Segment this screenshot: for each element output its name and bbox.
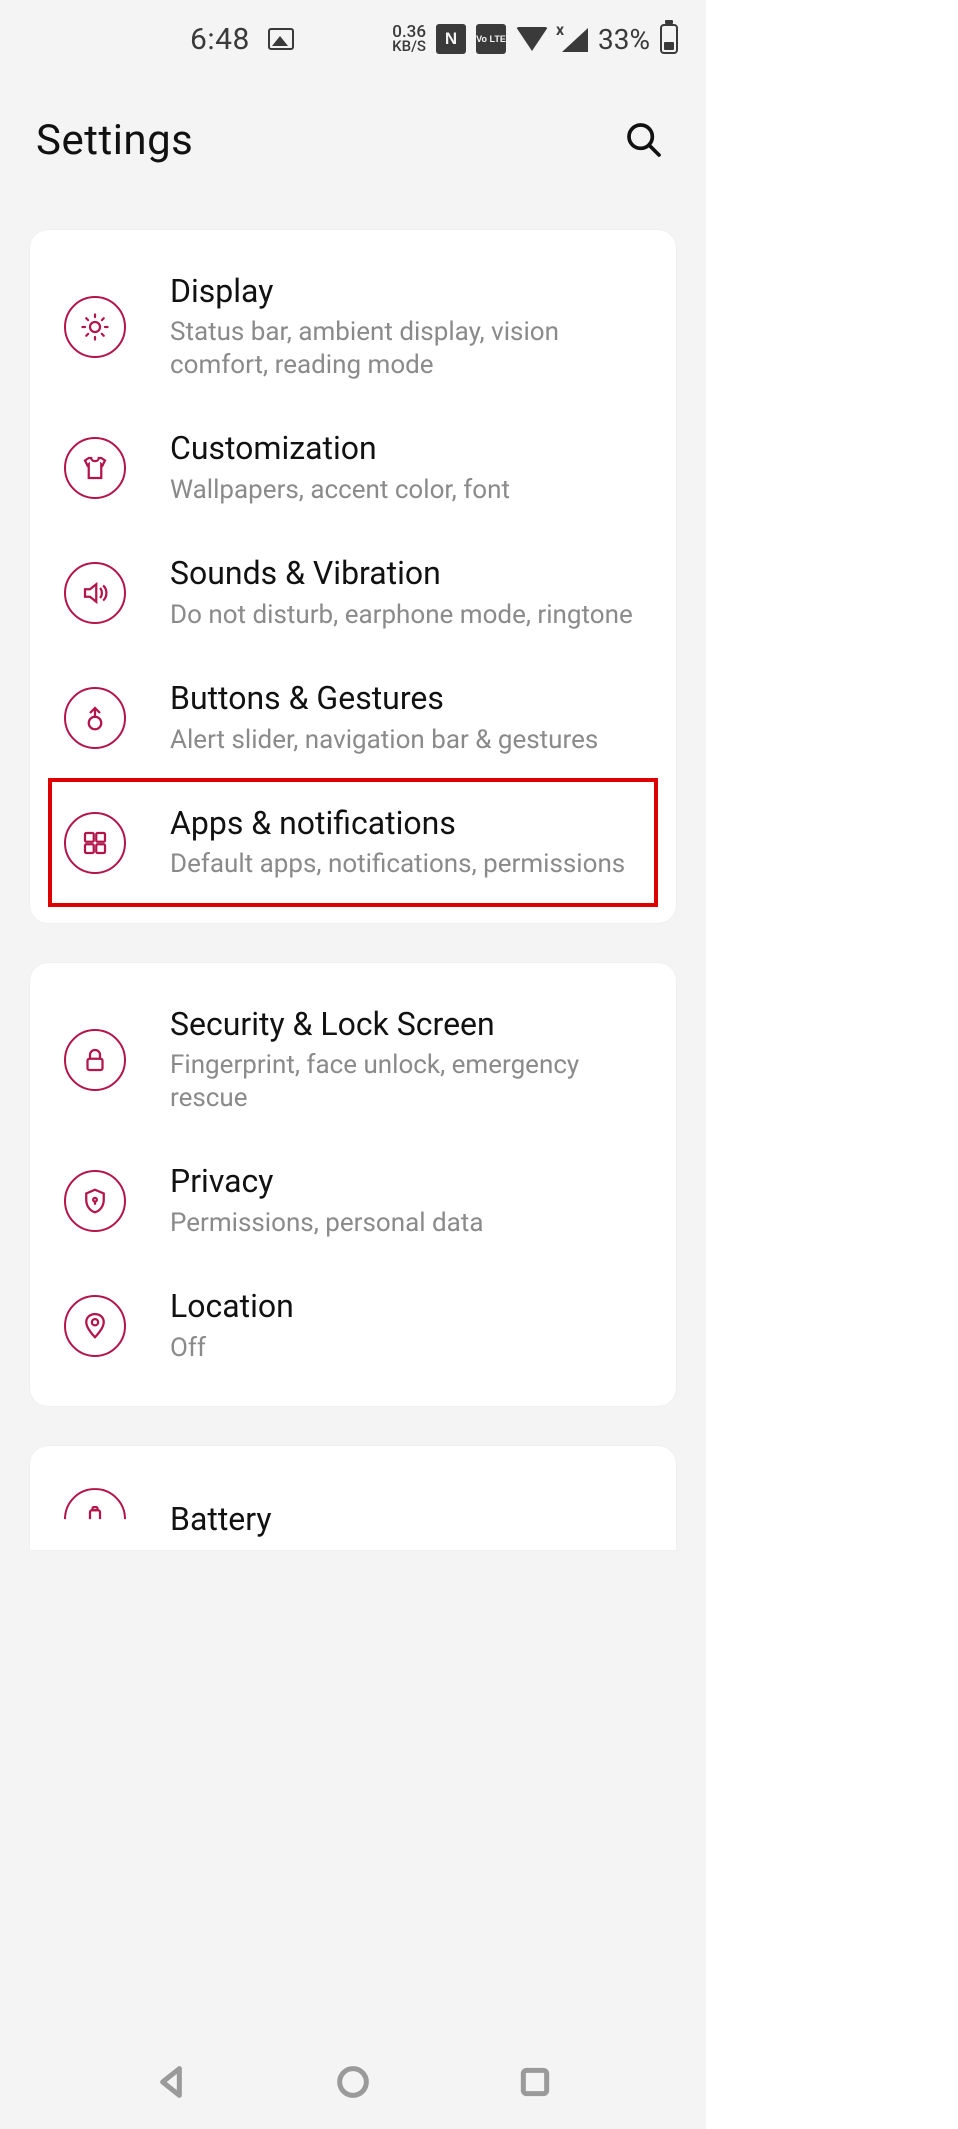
settings-item-title: Customization (170, 429, 646, 467)
settings-item-apps-notifications[interactable]: Apps & notifications Default apps, notif… (50, 780, 656, 905)
volte-icon: Vo LTE (476, 24, 506, 54)
settings-item-title: Buttons & Gestures (170, 679, 646, 717)
battery-icon (660, 24, 678, 54)
settings-item-subtitle: Wallpapers, accent color, font (170, 474, 646, 507)
status-bar: 6:48 0.36 KB/S N Vo LTE x 33% (0, 0, 706, 78)
search-icon (624, 120, 664, 160)
settings-item-subtitle: Do not disturb, earphone mode, ringtone (170, 599, 646, 632)
settings-item-title: Security & Lock Screen (170, 1005, 646, 1043)
settings-item-battery[interactable]: Battery (30, 1464, 676, 1550)
settings-group-2: Security & Lock Screen Fingerprint, face… (30, 963, 676, 1406)
shield-icon (64, 1170, 126, 1232)
settings-item-title: Apps & notifications (170, 804, 646, 842)
settings-item-location[interactable]: Location Off (30, 1263, 676, 1388)
gesture-icon (64, 687, 126, 749)
settings-item-title: Battery (170, 1500, 646, 1538)
sound-icon (64, 562, 126, 624)
settings-item-title: Display (170, 272, 646, 310)
settings-item-subtitle: Off (170, 1332, 646, 1365)
settings-item-title: Sounds & Vibration (170, 554, 646, 592)
nfc-icon: N (436, 24, 466, 54)
settings-item-subtitle: Alert slider, navigation bar & gestures (170, 724, 646, 757)
settings-item-customization[interactable]: Customization Wallpapers, accent color, … (30, 405, 676, 530)
settings-group-3: Battery (30, 1446, 676, 1550)
settings-item-subtitle: Status bar, ambient display, vision comf… (170, 316, 646, 381)
signal-icon: x (558, 26, 588, 52)
settings-group-1: Display Status bar, ambient display, vis… (30, 230, 676, 923)
settings-item-subtitle: Default apps, notifications, permissions (170, 848, 646, 881)
settings-item-title: Privacy (170, 1162, 646, 1200)
battery-percentage: 33% (598, 23, 650, 56)
apps-icon (64, 812, 126, 874)
status-time: 6:48 (190, 22, 250, 57)
battery-settings-icon (64, 1488, 126, 1550)
settings-item-privacy[interactable]: Privacy Permissions, personal data (30, 1138, 676, 1263)
network-speed-icon: 0.36 KB/S (392, 25, 426, 52)
settings-item-subtitle: Fingerprint, face unlock, emergency resc… (170, 1049, 646, 1114)
android-nav-bar (0, 2034, 706, 2129)
nav-home-button[interactable] (327, 2056, 379, 2108)
location-icon (64, 1295, 126, 1357)
page-title: Settings (36, 116, 193, 165)
search-button[interactable] (618, 114, 670, 166)
lock-icon (64, 1029, 126, 1091)
settings-item-security[interactable]: Security & Lock Screen Fingerprint, face… (30, 981, 676, 1138)
settings-item-buttons-gestures[interactable]: Buttons & Gestures Alert slider, navigat… (30, 655, 676, 780)
nav-back-button[interactable] (145, 2056, 197, 2108)
tshirt-icon (64, 437, 126, 499)
settings-item-subtitle: Permissions, personal data (170, 1207, 646, 1240)
blank-right-gutter (706, 0, 958, 2129)
image-notification-icon (268, 28, 294, 50)
brightness-icon (64, 296, 126, 358)
settings-item-display[interactable]: Display Status bar, ambient display, vis… (30, 248, 676, 405)
phone-screen: 6:48 0.36 KB/S N Vo LTE x 33% Settings (0, 0, 706, 2129)
settings-item-title: Location (170, 1287, 646, 1325)
wifi-icon (516, 27, 548, 51)
page-header: Settings (0, 78, 706, 214)
settings-item-sounds[interactable]: Sounds & Vibration Do not disturb, earph… (30, 530, 676, 655)
nav-recents-button[interactable] (509, 2056, 561, 2108)
